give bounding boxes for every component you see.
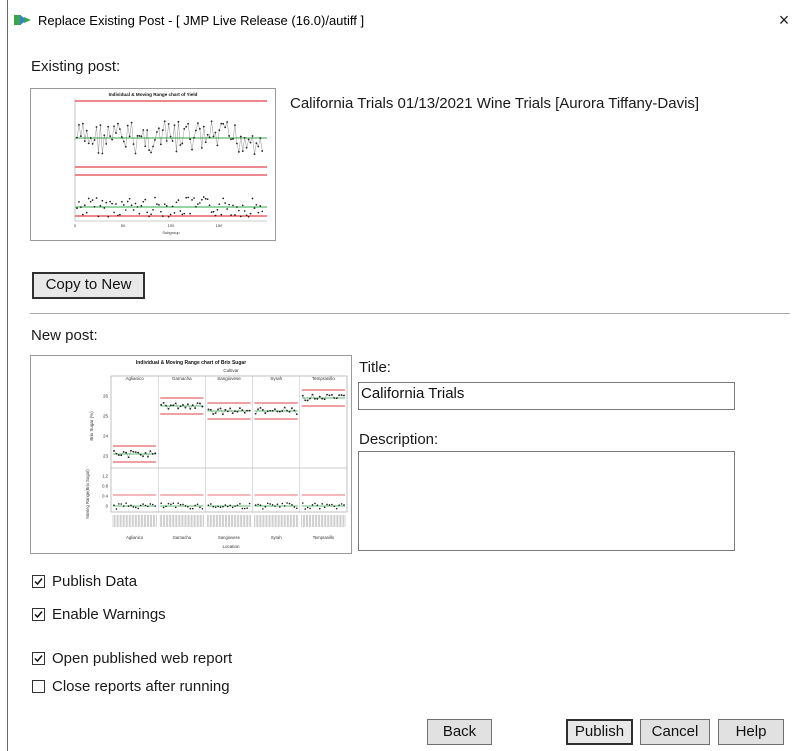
description-textarea[interactable] — [358, 451, 735, 551]
svg-text:Subgroup: Subgroup — [162, 230, 180, 235]
cancel-button[interactable]: Cancel — [640, 719, 710, 745]
close-reports-box — [32, 679, 45, 693]
svg-text:0.8: 0.8 — [102, 484, 108, 489]
back-button[interactable]: Back — [427, 719, 492, 745]
open-report-label: Open published web report — [52, 649, 233, 667]
existing-post-thumbnail: Individual & Moving Range chart of Yield… — [30, 88, 276, 241]
replace-post-dialog: Replace Existing Post - [ JMP Live Relea… — [8, 0, 799, 751]
new-post-thumbnail: Individual & Moving Range chart of Brix … — [30, 355, 352, 554]
svg-text:50: 50 — [121, 223, 126, 228]
description-label: Description: — [359, 431, 439, 448]
svg-text:Syrah: Syrah — [270, 376, 282, 381]
svg-text:Tempranillo: Tempranillo — [312, 376, 336, 381]
publish-data-check-icon — [32, 574, 45, 588]
svg-text:Tempranillo: Tempranillo — [313, 535, 335, 540]
svg-text:1.2: 1.2 — [102, 474, 108, 479]
publish-data-label: Publish Data — [52, 572, 138, 590]
svg-text:Syrah: Syrah — [271, 535, 283, 540]
svg-text:Garnacha: Garnacha — [172, 376, 192, 381]
window-title: Replace Existing Post - [ JMP Live Relea… — [38, 13, 365, 28]
svg-text:150: 150 — [216, 223, 223, 228]
svg-text:100: 100 — [168, 223, 175, 228]
svg-text:Aglianico: Aglianico — [126, 535, 144, 540]
svg-text:26: 26 — [103, 394, 109, 399]
new-thumb-ylabel-top: Brix Sugar (%) — [89, 411, 94, 441]
new-chart-image: Individual & Moving Range chart of Brix … — [85, 360, 348, 549]
enable-warnings-check-icon — [32, 607, 45, 621]
svg-text:24: 24 — [103, 434, 109, 439]
existing-post-info: California Trials 01/13/2021 Wine Trials… — [290, 95, 700, 112]
svg-text:25: 25 — [103, 414, 109, 419]
title-bar: Replace Existing Post - [ JMP Live Relea… — [8, 0, 799, 40]
svg-text:23: 23 — [103, 454, 109, 459]
publish-button[interactable]: Publish — [566, 719, 633, 745]
jmp-live-arrow-icon — [14, 13, 32, 27]
title-label: Title: — [359, 359, 391, 376]
copy-to-new-button[interactable]: Copy to New — [32, 272, 145, 299]
open-report-check-icon — [32, 651, 45, 665]
new-thumb-group-header: Cultivar — [223, 368, 239, 373]
new-post-label: New post: — [31, 327, 98, 344]
open-report-checkbox[interactable]: Open published web report — [32, 648, 232, 668]
enable-warnings-label: Enable Warnings — [52, 605, 166, 623]
svg-text:Aglianico: Aglianico — [125, 376, 144, 381]
svg-text:0: 0 — [106, 504, 109, 509]
existing-chart-image: Individual & Moving Range chart of Yield… — [74, 92, 267, 235]
publish-data-checkbox[interactable]: Publish Data — [32, 571, 137, 591]
close-button[interactable]: × — [769, 6, 799, 34]
title-input[interactable]: California Trials — [358, 382, 735, 410]
close-reports-checkbox[interactable]: Close reports after running — [32, 676, 230, 696]
svg-text:Sangiovese: Sangiovese — [217, 376, 241, 381]
help-button[interactable]: Help — [718, 719, 784, 745]
enable-warnings-checkbox[interactable]: Enable Warnings — [32, 604, 166, 624]
svg-text:0: 0 — [74, 223, 77, 228]
section-divider — [30, 313, 790, 314]
svg-text:0.4: 0.4 — [102, 494, 108, 499]
new-thumb-xlabel: Location — [222, 544, 240, 549]
close-reports-label: Close reports after running — [52, 677, 230, 695]
new-thumb-ylabel-bottom: Moving Range(Brix Sugar) — [85, 469, 90, 519]
new-thumb-title: Individual & Moving Range chart of Brix … — [136, 360, 246, 366]
existing-post-label: Existing post: — [31, 58, 121, 75]
existing-thumb-title: Individual & Moving Range chart of Yield — [109, 92, 198, 97]
svg-text:Garnacha: Garnacha — [173, 535, 192, 540]
svg-text:Sangiovese: Sangiovese — [218, 535, 241, 540]
